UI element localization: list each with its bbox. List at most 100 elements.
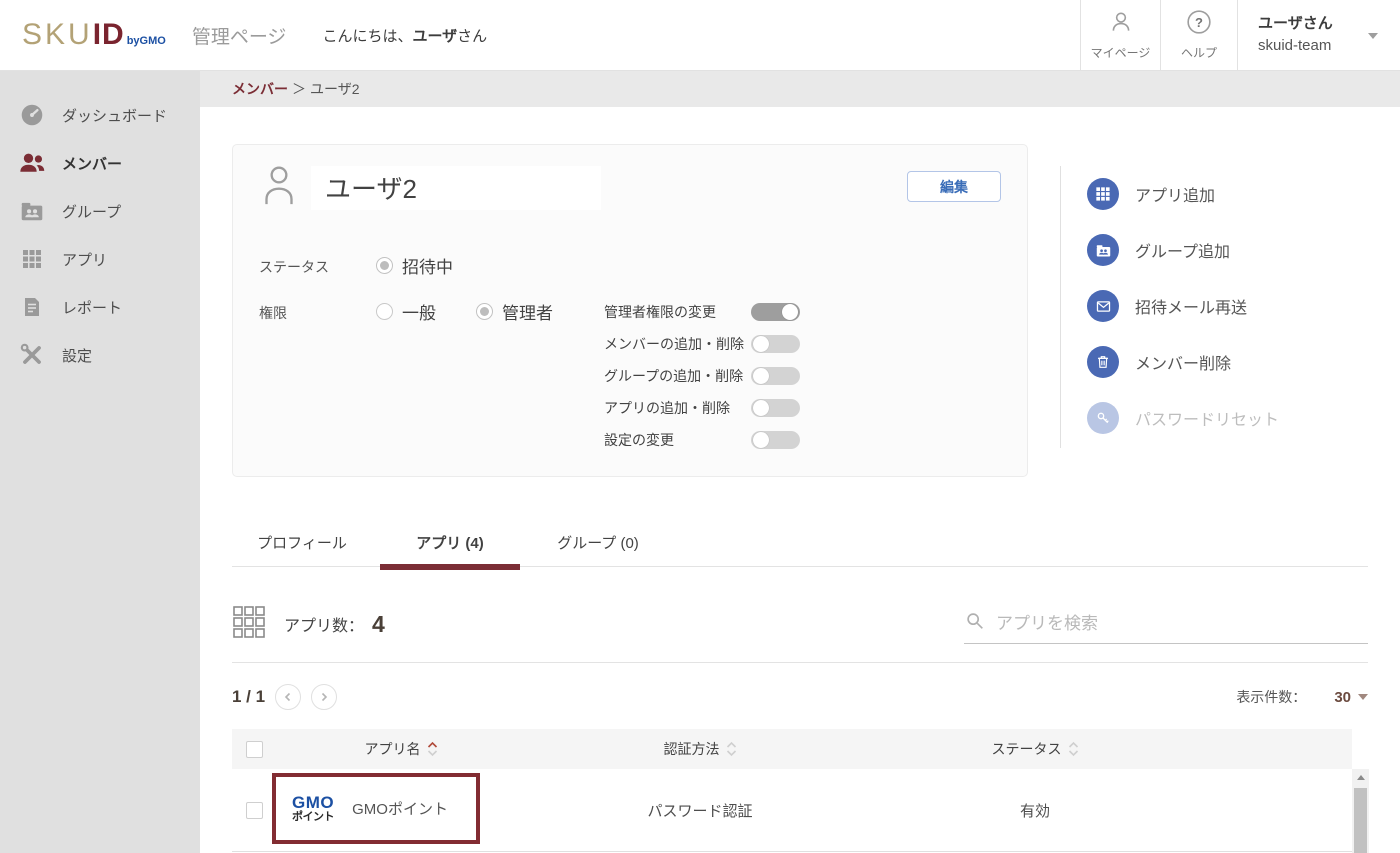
prev-page-button[interactable] (275, 684, 301, 710)
permission-general-radio[interactable]: 一般 (376, 296, 476, 326)
permission-general-label: 一般 (402, 299, 436, 324)
resend-invite-button[interactable]: 招待メール再送 (1087, 290, 1380, 322)
logo-text-top: GMO (292, 794, 334, 811)
app-count-value: 4 (372, 611, 385, 638)
gmo-point-logo: GMO ポイント (292, 794, 334, 823)
action-label: アプリ追加 (1135, 182, 1215, 206)
sidebar-item-groups[interactable]: グループ (0, 187, 200, 235)
help-button[interactable]: ? ヘルプ (1160, 0, 1237, 70)
app-count-label: アプリ数： (284, 612, 364, 636)
radio-unchecked-icon (376, 303, 393, 320)
skuid-logo[interactable]: SKUIDbyGMO (22, 18, 166, 52)
sidebar-item-members[interactable]: メンバー (0, 139, 200, 187)
password-reset-button[interactable]: パスワードリセット (1087, 402, 1380, 434)
header-right-cluster: マイページ ? ヘルプ ユーザさん skuid-team (1080, 0, 1400, 70)
table-header-row: アプリ名 認証方法 ステータス (232, 729, 1352, 769)
logo-sku-text: SKU (22, 18, 93, 52)
action-label: 招待メール再送 (1135, 294, 1247, 318)
account-name: ユーザさん (1258, 13, 1333, 35)
mail-resend-icon (1087, 290, 1119, 322)
status-row: ステータス 招待中 (233, 250, 1027, 280)
action-label: グループ追加 (1135, 238, 1230, 262)
greeting-text: こんにちは、ユーザさん (322, 25, 487, 46)
permission-row: 権限 一般 管理者 管理者権限の変更 (233, 296, 1027, 456)
per-page-caret-icon[interactable] (1358, 694, 1368, 700)
tab-apps[interactable]: アプリ (4) (380, 517, 520, 567)
toggle-switch-on[interactable] (751, 303, 800, 321)
status-label: ステータス (259, 250, 376, 277)
app-cell-highlight-box[interactable]: GMO ポイント GMOポイント (272, 773, 480, 844)
user-name-field[interactable]: ユーザ2 (311, 166, 601, 210)
account-team: skuid-team (1258, 35, 1333, 57)
toggle-knob (753, 336, 769, 352)
sort-icons-app-name[interactable] (427, 741, 438, 757)
status-value: 招待中 (402, 253, 453, 278)
per-page-value[interactable]: 30 (1334, 689, 1351, 706)
dashboard-icon (18, 101, 46, 129)
member-delete-icon (1087, 346, 1119, 378)
admin-permission-toggles: 管理者権限の変更 メンバーの追加・削除 グループの追加・削除 アプリの (604, 296, 800, 456)
sidebar-item-label: メンバー (62, 153, 122, 174)
detail-tabs: プロフィール アプリ (4) グループ (0) (232, 517, 1368, 567)
delete-member-button[interactable]: メンバー削除 (1087, 346, 1380, 378)
help-label: ヘルプ (1181, 44, 1217, 61)
scrollbar-up-button[interactable] (1352, 769, 1369, 786)
edit-button[interactable]: 編集 (907, 171, 1001, 202)
page: SKUIDbyGMO 管理ページ こんにちは、ユーザさん マイページ ? ヘルプ… (0, 0, 1400, 853)
table-scrollbar[interactable] (1352, 769, 1369, 853)
sidebar-item-label: 設定 (62, 345, 92, 366)
person-icon (1108, 9, 1134, 40)
column-header-auth-method: 認証方法 (664, 739, 720, 759)
select-all-checkbox[interactable] (246, 741, 263, 758)
sidebar-item-settings[interactable]: 設定 (0, 331, 200, 379)
permission-admin-radio[interactable]: 管理者 (476, 296, 580, 326)
tab-groups[interactable]: グループ (0) (528, 517, 668, 567)
app-count-row: アプリ数： 4 (232, 601, 1368, 647)
app-search-box (964, 604, 1368, 644)
toggle-knob (782, 304, 798, 320)
toggle-label: メンバーの追加・削除 (604, 334, 751, 354)
sidebar-item-reports[interactable]: レポート (0, 283, 200, 331)
page-indicator: 1 / 1 (232, 687, 265, 707)
radio-checked-icon (376, 257, 393, 274)
radio-checked-icon (476, 303, 493, 320)
row-checkbox[interactable] (246, 802, 263, 819)
sidebar-item-dashboard[interactable]: ダッシュボード (0, 91, 200, 139)
toggle-switch-off[interactable] (751, 367, 800, 385)
breadcrumb-members-link[interactable]: メンバー (232, 79, 288, 99)
greeting-prefix: こんにちは、 (322, 28, 412, 45)
toggle-knob (753, 368, 769, 384)
avatar-icon (259, 163, 299, 212)
tab-profile[interactable]: プロフィール (232, 517, 372, 567)
sidebar-item-label: ダッシュボード (62, 105, 167, 126)
app-header: SKUIDbyGMO 管理ページ こんにちは、ユーザさん マイページ ? ヘルプ… (0, 0, 1400, 71)
toggle-label: グループの追加・削除 (604, 366, 751, 386)
add-app-button[interactable]: アプリ追加 (1087, 178, 1380, 210)
toggle-knob (753, 432, 769, 448)
account-menu[interactable]: ユーザさん skuid-team (1237, 0, 1400, 70)
toggle-switch-off[interactable] (751, 431, 800, 449)
groups-icon (18, 197, 46, 225)
page-title: 管理ページ (192, 22, 287, 49)
apps-icon (18, 245, 46, 273)
add-group-button[interactable]: グループ追加 (1087, 234, 1380, 266)
sort-icons-status[interactable] (1068, 741, 1079, 757)
toggle-switch-off[interactable] (751, 399, 800, 417)
sidebar-item-apps[interactable]: アプリ (0, 235, 200, 283)
toggle-label: アプリの追加・削除 (604, 398, 751, 418)
table-row[interactable]: GMO ポイント GMOポイント パスワード認証 有効 (232, 769, 1352, 852)
logo-bygmo-text: byGMO (127, 35, 166, 47)
column-header-status: ステータス (992, 739, 1062, 759)
toggle-switch-off[interactable] (751, 335, 800, 353)
pagination-row: 1 / 1 表示件数： 30 (232, 682, 1368, 712)
search-input[interactable] (996, 614, 1356, 634)
status-invited-radio[interactable]: 招待中 (376, 250, 453, 280)
next-page-button[interactable] (311, 684, 337, 710)
permission-admin-label: 管理者 (502, 299, 553, 324)
logo-id-text: ID (93, 18, 125, 52)
scrollbar-thumb[interactable] (1354, 788, 1367, 853)
grid-count-icon (232, 605, 266, 644)
per-page-control: 表示件数： 30 (1236, 687, 1368, 707)
sort-icons-auth-method[interactable] (726, 741, 737, 757)
mypage-button[interactable]: マイページ (1080, 0, 1160, 70)
